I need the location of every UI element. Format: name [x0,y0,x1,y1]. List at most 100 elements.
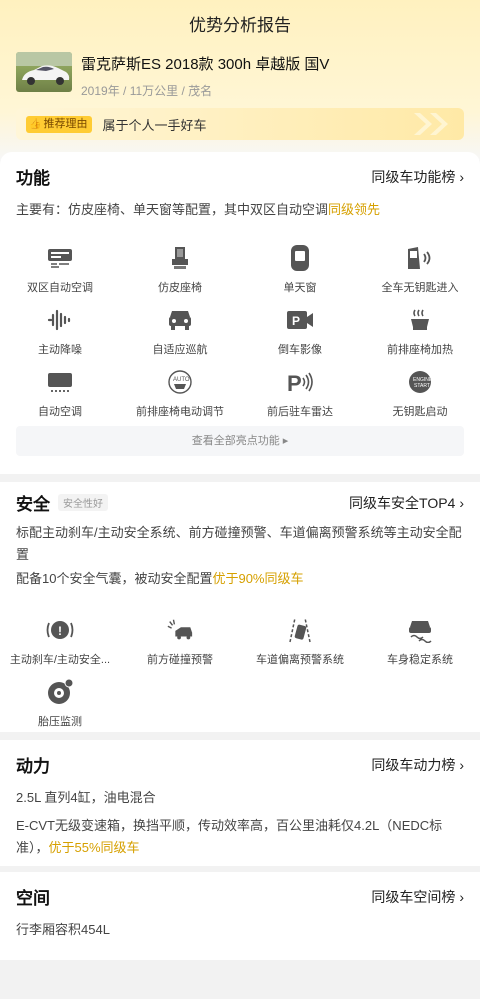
seat-icon [166,244,194,272]
collision-warning-icon [166,616,194,644]
chevron-right-icon: › [459,888,464,905]
feature-label: 仿皮座椅 [158,282,202,294]
reverse-camera-icon: P [286,306,314,334]
chevron-right-icon: › [459,168,464,185]
safety-item[interactable]: 车道偏离预警系统 [240,616,360,678]
feature-item[interactable]: 主动降噪 [0,306,120,368]
safety-passive-highlight: 优于90%同级车 [212,571,304,586]
power-engine-text: 2.5L 直列4缸，油电混合 [16,790,156,805]
car-thumbnail [16,52,72,92]
safety-section: 安全 安全性好 同级车安全TOP4 › 标配主动刹车/主动安全系统、前方碰撞预警、… [0,482,480,732]
space-rank-link[interactable]: 同级车空间榜 › [371,887,464,907]
tire-pressure-icon [46,678,74,706]
feature-label: 双区自动空调 [27,282,93,294]
safety-text-active: 标配主动刹车/主动安全系统、前方碰撞预警、车道偏离预警系统等主动安全配置 [16,525,462,562]
feature-item[interactable]: AUTO 前排座椅电动调节 [120,368,240,430]
features-grid: 双区自动空调 仿皮座椅 单天窗 全车无钥匙进入 主动降噪 自适应巡航 P 倒车影… [0,244,480,430]
feature-label: 主动降噪 [38,344,82,356]
safety-label: 车身稳定系统 [387,654,453,666]
feature-item[interactable]: 单天窗 [240,244,360,306]
keyless-entry-icon [406,244,434,272]
space-section: 空间 同级车空间榜 › 行李厢容积454L [0,872,480,960]
feature-item[interactable]: 双区自动空调 [0,244,120,306]
chevron-right-icon: › [459,756,464,773]
features-summary-highlight: 同级领先 [328,202,381,217]
power-seat-icon: AUTO [166,368,194,396]
space-title: 空间 [16,889,50,908]
safety-item[interactable]: ! 主动刹车/主动安全... [0,616,120,678]
feature-label: 前后驻车雷达 [267,406,333,418]
chevron-decoration-icon [414,113,448,135]
feature-label: 自动空调 [38,406,82,418]
feature-label: 自适应巡航 [152,344,208,356]
parking-radar-icon: P [286,368,314,396]
car-name: 雷克萨斯ES 2018款 300h 卓越版 国V [81,56,330,73]
feature-label: 倒车影像 [278,344,322,356]
page-title: 优势分析报告 [189,16,291,35]
feature-item[interactable]: P 倒车影像 [240,306,360,368]
feature-label: 单天窗 [283,282,317,294]
seat-heating-icon [406,306,434,334]
view-all-features-button[interactable]: 查看全部亮点功能 ▸ [16,426,464,456]
lane-departure-icon [286,616,314,644]
feature-item[interactable]: 前排座椅加热 [360,306,480,368]
safety-pill: 安全性好 [58,494,108,511]
feature-item[interactable]: 全车无钥匙进入 [360,244,480,306]
power-rank-link[interactable]: 同级车动力榜 › [371,755,464,775]
adaptive-cruise-icon [166,306,194,334]
safety-title-text: 安全 [16,495,50,514]
keyless-start-icon: ENGINE START [406,368,434,396]
power-transmission-highlight: 优于55%同级车 [48,840,140,855]
noise-cancel-icon [46,306,74,334]
recommend-reason-bar: 👍 推荐理由 属于个人一手好车 [16,108,464,140]
stability-icon [406,616,434,644]
space-rank-link-label: 同级车空间榜 [371,888,456,905]
feature-item[interactable]: 自适应巡航 [120,306,240,368]
safety-item[interactable]: 胎压监测 [0,678,120,740]
svg-text:P: P [292,314,300,328]
power-transmission-text: E-CVT无级变速箱，换挡平顺，传动效率高，百公里油耗仅4.2L（NEDC标准）… [16,815,464,859]
safety-rank-link-label: 同级车安全TOP4 [349,494,456,511]
features-rank-link[interactable]: 同级车功能榜 › [371,167,464,187]
safety-passive-text: 配备10个安全气囊，被动安全配置 [16,571,213,586]
safety-item[interactable]: 前方碰撞预警 [120,616,240,678]
sunroof-icon [286,244,314,272]
feature-label: 全车无钥匙进入 [381,282,459,294]
auto-ac-icon [46,368,74,396]
safety-text-passive: 配备10个安全气囊，被动安全配置优于90%同级车 [16,568,464,590]
features-title: 功能 [16,169,50,188]
active-brake-icon: ! [46,616,74,644]
feature-item[interactable]: P 前后驻车雷达 [240,368,360,430]
car-summary[interactable]: 雷克萨斯ES 2018款 300h 卓越版 国V 2019年 / 11万公里 /… [16,52,329,99]
space-trunk-text: 行李厢容积454L [16,922,110,937]
safety-label: 前方碰撞预警 [147,654,213,666]
features-summary: 主要有：仿皮座椅、单天窗等配置，其中双区自动空调同级领先 [16,199,464,221]
safety-label: 车道偏离预警系统 [256,654,344,666]
chevron-right-icon: › [459,494,464,511]
features-section: 功能 同级车功能榜 › 主要有：仿皮座椅、单天窗等配置，其中双区自动空调同级领先 … [0,152,480,474]
power-title: 动力 [16,757,50,776]
features-rank-link-label: 同级车功能榜 [371,168,456,185]
recommend-reason-text: 属于个人一手好车 [102,117,207,133]
header-area: 优势分析报告 雷克萨斯ES 2018款 300h 卓越版 国V 2019年 / … [0,0,480,160]
svg-text:P: P [287,371,302,395]
car-subtitle: 2019年 / 11万公里 / 茂名 [81,84,213,98]
dual-zone-ac-icon [46,244,74,272]
safety-rank-link[interactable]: 同级车安全TOP4 › [349,493,464,513]
features-summary-text: 主要有：仿皮座椅、单天窗等配置，其中双区自动空调 [16,202,329,217]
svg-text:AUTO: AUTO [173,377,190,383]
safety-label: 主动刹车/主动安全... [9,654,111,666]
safety-item[interactable]: 车身稳定系统 [360,616,480,678]
recommend-tag-label: 推荐理由 [43,117,88,130]
recommend-tag: 👍 推荐理由 [26,115,93,133]
feature-label: 无钥匙启动 [392,406,448,418]
svg-text:START: START [414,383,430,389]
safety-title: 安全 安全性好 [16,490,108,515]
power-section: 动力 同级车动力榜 › 2.5L 直列4缸，油电混合 E-CVT无级变速箱，换挡平… [0,740,480,866]
safety-label: 胎压监测 [38,716,82,728]
svg-text:!: ! [58,624,62,638]
feature-item[interactable]: 仿皮座椅 [120,244,240,306]
feature-item[interactable]: ENGINE START 无钥匙启动 [360,368,480,430]
safety-grid: ! 主动刹车/主动安全... 前方碰撞预警 车道偏离预警系统 车身稳定系统 胎压… [0,616,480,740]
feature-item[interactable]: 自动空调 [0,368,120,430]
